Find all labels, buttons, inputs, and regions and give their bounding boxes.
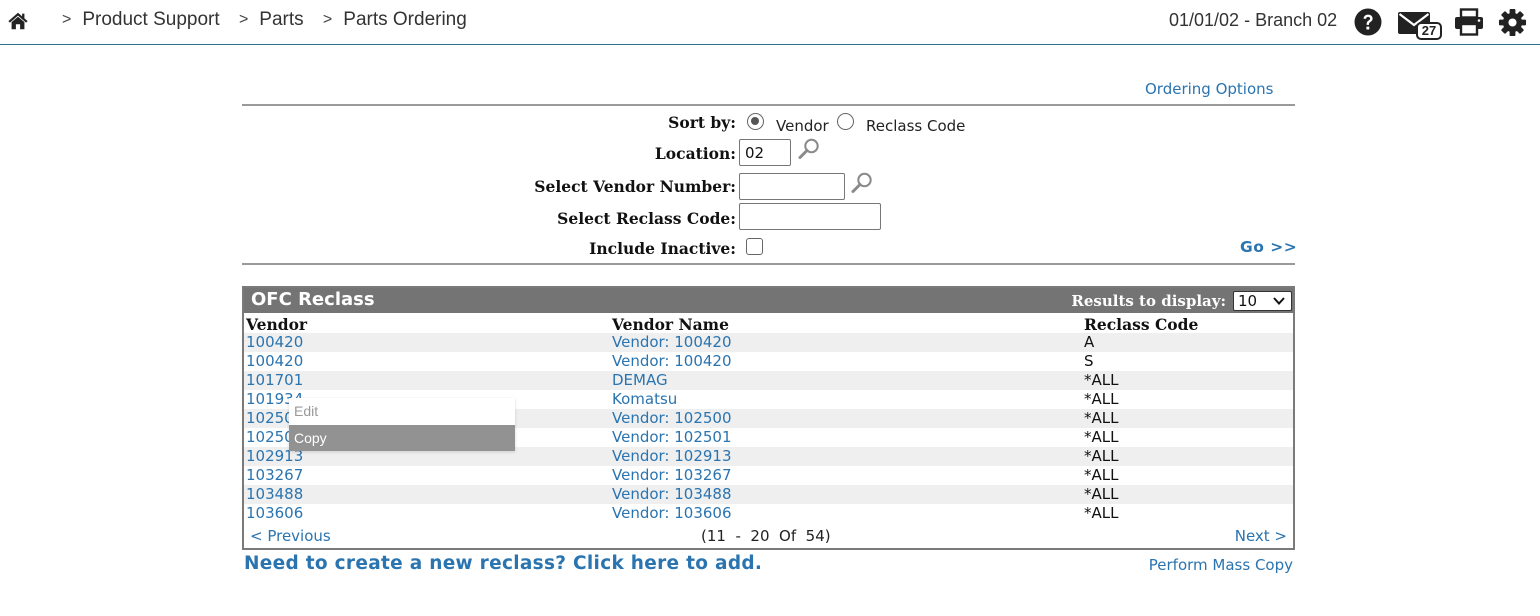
- vendor-link[interactable]: 103606: [246, 504, 303, 523]
- location-input[interactable]: [739, 139, 791, 166]
- vendor-link[interactable]: 103267: [246, 466, 303, 485]
- vendor-link[interactable]: 103488: [246, 485, 303, 504]
- location-search-icon[interactable]: [797, 137, 821, 161]
- results-to-display-select[interactable]: 10: [1233, 291, 1292, 311]
- mail-count-badge: 27: [1416, 22, 1442, 40]
- date-branch: 01/01/02 - Branch 02: [1169, 10, 1338, 30]
- add-new-reclass-link[interactable]: Need to create a new reclass? Click here…: [244, 553, 762, 574]
- gear-icon[interactable]: [1498, 8, 1527, 37]
- panel-header: OFC Reclass Results to display: 10: [244, 288, 1293, 313]
- table-row: 100420 Vendor: 100420 S: [244, 352, 1293, 371]
- sort-by-reclass-code-radio[interactable]: [837, 113, 854, 130]
- table-row: 100420 Vendor: 100420 A: [244, 333, 1293, 352]
- sort-by-label: Sort by:: [668, 113, 736, 132]
- vendor-number-label: Select Vendor Number:: [534, 177, 736, 196]
- reclass-code: *ALL: [1084, 390, 1119, 408]
- reclass-code: S: [1084, 352, 1094, 370]
- vendor-number-input[interactable]: [739, 173, 845, 200]
- location-label: Location:: [654, 144, 736, 163]
- next-page-link[interactable]: Next >: [1235, 527, 1287, 545]
- include-inactive-checkbox[interactable]: [746, 238, 763, 255]
- divider: [242, 263, 1295, 265]
- vendor-link[interactable]: 100420: [246, 352, 303, 371]
- mail-button[interactable]: 27: [1397, 8, 1443, 40]
- sort-by-vendor-radio[interactable]: [747, 113, 764, 130]
- include-inactive-label: Include Inactive:: [589, 239, 736, 258]
- breadcrumb-separator: >: [322, 11, 333, 28]
- breadcrumb: > Product Support > Parts > Parts Ordering: [62, 9, 481, 31]
- reclass-code: *ALL: [1084, 447, 1119, 465]
- context-menu-edit[interactable]: Edit: [289, 398, 515, 424]
- vendor-search-icon[interactable]: [850, 171, 874, 195]
- column-header-reclass-code: Reclass Code: [1084, 315, 1199, 334]
- vendor-name-link[interactable]: Komatsu: [612, 390, 677, 409]
- table-row: 103267 Vendor: 103267 *ALL: [244, 466, 1293, 485]
- print-icon[interactable]: [1454, 8, 1484, 36]
- results-to-display-label: Results to display:: [1071, 292, 1226, 310]
- sort-by-vendor-label: Vendor: [776, 117, 829, 135]
- divider: [242, 104, 1295, 106]
- panel-title: OFC Reclass: [251, 289, 375, 310]
- vendor-name-link[interactable]: Vendor: 103488: [612, 485, 732, 504]
- reclass-code-input[interactable]: [739, 203, 881, 230]
- reclass-code: *ALL: [1084, 504, 1119, 522]
- previous-page-link[interactable]: < Previous: [250, 527, 331, 545]
- vendor-name-link[interactable]: Vendor: 100420: [612, 352, 732, 371]
- reclass-code: *ALL: [1084, 485, 1119, 503]
- table-row: 103606 Vendor: 103606 *ALL: [244, 504, 1293, 523]
- vendor-name-link[interactable]: Vendor: 102913: [612, 447, 732, 466]
- reclass-code: A: [1084, 333, 1095, 351]
- vendor-link[interactable]: 100420: [246, 333, 303, 352]
- vendor-name-link[interactable]: Vendor: 103267: [612, 466, 732, 485]
- table-row: 103488 Vendor: 103488 *ALL: [244, 485, 1293, 504]
- vendor-name-link[interactable]: Vendor: 103606: [612, 504, 732, 523]
- breadcrumb-parts-ordering: Parts Ordering: [343, 9, 467, 30]
- breadcrumb-parts[interactable]: Parts: [259, 9, 303, 30]
- home-icon[interactable]: [7, 10, 29, 32]
- reclass-code: *ALL: [1084, 409, 1119, 427]
- breadcrumb-separator: >: [238, 11, 249, 28]
- reclass-code: *ALL: [1084, 466, 1119, 484]
- perform-mass-copy-link[interactable]: Perform Mass Copy: [1149, 556, 1293, 574]
- row-context-menu: Edit Copy: [289, 398, 515, 451]
- table-row: 101701 DEMAG *ALL: [244, 371, 1293, 390]
- vendor-link[interactable]: 101701: [246, 371, 303, 390]
- column-header-vendor-name: Vendor Name: [612, 315, 729, 334]
- top-bar: > Product Support > Parts > Parts Ordering …: [0, 0, 1540, 45]
- context-menu-copy[interactable]: Copy: [289, 425, 515, 451]
- chevron-down-icon: [1273, 297, 1285, 305]
- page-info: (11 - 20 Of 54): [701, 527, 831, 545]
- reclass-code: *ALL: [1084, 428, 1119, 446]
- vendor-name-link[interactable]: Vendor: 102501: [612, 428, 732, 447]
- reclass-code: *ALL: [1084, 371, 1119, 389]
- vendor-name-link[interactable]: Vendor: 100420: [612, 333, 732, 352]
- column-header-vendor: Vendor: [246, 315, 308, 334]
- breadcrumb-separator: >: [62, 11, 72, 28]
- breadcrumb-product-support[interactable]: Product Support: [82, 9, 219, 30]
- reclass-code-label: Select Reclass Code:: [557, 209, 736, 228]
- sort-by-reclass-code-label: Reclass Code: [866, 117, 966, 135]
- vendor-name-link[interactable]: Vendor: 102500: [612, 409, 732, 428]
- go-button[interactable]: Go >>: [1240, 238, 1297, 256]
- ordering-options-link[interactable]: Ordering Options: [1145, 80, 1273, 98]
- help-icon[interactable]: [1354, 8, 1382, 36]
- results-to-display-value: 10: [1238, 292, 1258, 310]
- vendor-name-link[interactable]: DEMAG: [612, 371, 668, 390]
